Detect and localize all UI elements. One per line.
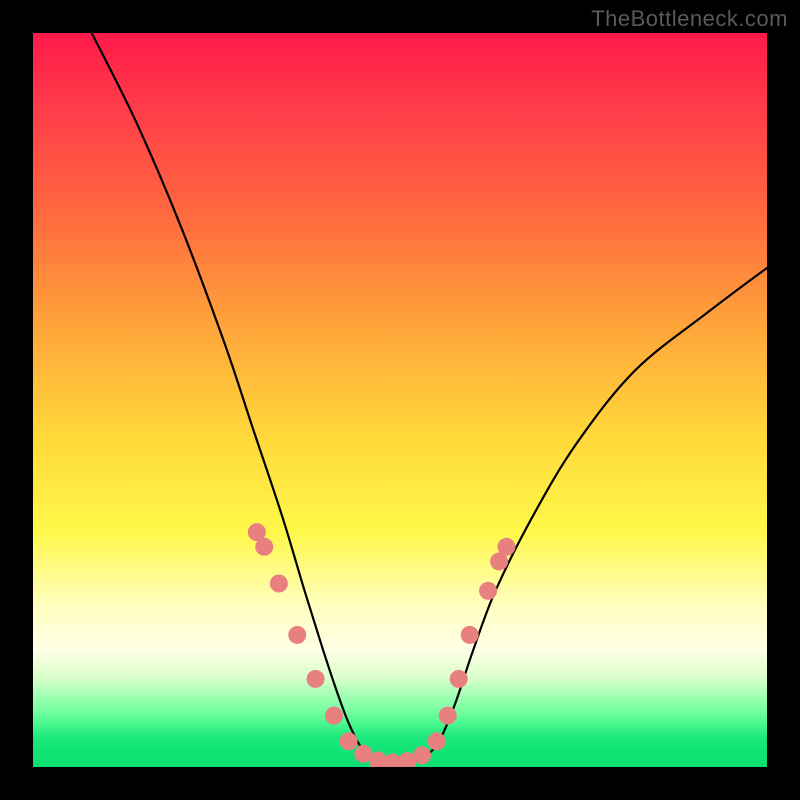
marker-dot: [255, 538, 273, 556]
watermark-text: TheBottleneck.com: [591, 6, 788, 32]
marker-dot: [413, 746, 431, 764]
plot-area: [33, 33, 767, 767]
marker-dot: [450, 670, 468, 688]
marker-dot: [439, 707, 457, 725]
marker-dot: [428, 732, 446, 750]
marker-dot: [497, 538, 515, 556]
marker-dot: [288, 626, 306, 644]
chart-svg: [33, 33, 767, 767]
marker-dot: [461, 626, 479, 644]
marker-dot: [479, 582, 497, 600]
marker-dot: [325, 707, 343, 725]
bottleneck-curve: [92, 33, 767, 763]
chart-frame: TheBottleneck.com: [0, 0, 800, 800]
marker-dot: [340, 732, 358, 750]
marker-dot: [270, 575, 288, 593]
marker-dot: [307, 670, 325, 688]
